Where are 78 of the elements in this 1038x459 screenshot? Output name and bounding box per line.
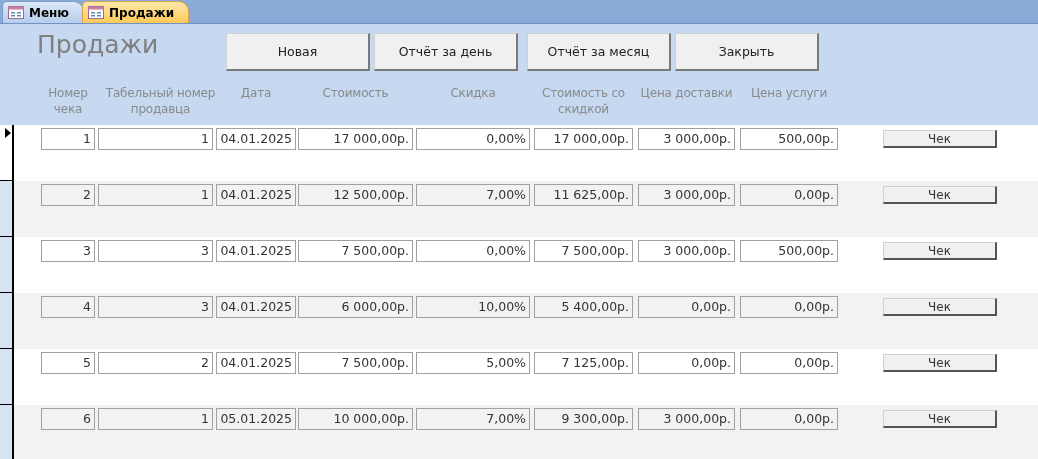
field-value[interactable]: 3 xyxy=(41,240,95,262)
column-header: Цена услуги xyxy=(749,85,829,102)
field-value[interactable]: 1 xyxy=(41,128,95,150)
record-selector[interactable] xyxy=(0,293,14,349)
field-value[interactable]: 500,00р. xyxy=(740,128,838,150)
field-value[interactable]: 7,00% xyxy=(416,184,530,206)
field-value[interactable]: 10 000,00р. xyxy=(298,408,413,430)
field-value[interactable]: 1 xyxy=(98,128,213,150)
field-value[interactable]: 1 xyxy=(98,184,213,206)
column-header: Скидка xyxy=(449,85,497,102)
field-value[interactable]: 05.01.2025 xyxy=(216,408,296,430)
command-button[interactable]: Отчёт за месяц xyxy=(527,33,671,71)
record-selector[interactable] xyxy=(0,237,14,293)
command-button[interactable]: Новая xyxy=(226,33,370,71)
field-value[interactable]: 9 300,00р. xyxy=(534,408,633,430)
field-value[interactable]: 0,00р. xyxy=(740,408,838,430)
column-header: Номер чека xyxy=(47,85,89,117)
receipt-button[interactable]: Чек xyxy=(883,354,997,372)
field-value[interactable]: 6 000,00р. xyxy=(298,296,413,318)
field-value[interactable]: 3 000,00р. xyxy=(638,128,735,150)
receipt-button[interactable]: Чек xyxy=(883,298,997,316)
form-icon xyxy=(88,6,105,19)
record-selector[interactable] xyxy=(0,405,14,459)
field-value[interactable]: 7 500,00р. xyxy=(534,240,633,262)
form-title: Продажи xyxy=(37,33,160,57)
field-value[interactable]: 0,00р. xyxy=(740,352,838,374)
field-value[interactable]: 1 xyxy=(98,408,213,430)
field-value[interactable]: 7 125,00р. xyxy=(534,352,633,374)
field-value[interactable]: 3 000,00р. xyxy=(638,408,735,430)
column-header: Стоимость со скидкой xyxy=(541,85,626,117)
field-value[interactable]: 500,00р. xyxy=(740,240,838,262)
field-value[interactable]: 4 xyxy=(41,296,95,318)
field-value[interactable]: 7,00% xyxy=(416,408,530,430)
field-value[interactable]: 04.01.2025 xyxy=(216,184,296,206)
field-value[interactable]: 0,00р. xyxy=(740,184,838,206)
record-selector[interactable] xyxy=(0,181,14,237)
field-value[interactable]: 11 625,00р. xyxy=(534,184,633,206)
field-value[interactable]: 10,00% xyxy=(416,296,530,318)
field-value[interactable]: 5 400,00р. xyxy=(534,296,633,318)
field-value[interactable]: 0,00р. xyxy=(638,296,735,318)
field-value[interactable]: 0,00% xyxy=(416,240,530,262)
field-value[interactable]: 5,00% xyxy=(416,352,530,374)
field-value[interactable]: 17 000,00р. xyxy=(534,128,633,150)
field-value[interactable]: 12 500,00р. xyxy=(298,184,413,206)
field-value[interactable]: 3 000,00р. xyxy=(638,240,735,262)
field-value[interactable]: 0,00р. xyxy=(638,352,735,374)
receipt-button[interactable]: Чек xyxy=(883,130,997,148)
receipt-button[interactable]: Чек xyxy=(883,242,997,260)
field-value[interactable]: 3 000,00р. xyxy=(638,184,735,206)
form-tab[interactable]: Продажи xyxy=(82,1,190,23)
receipt-button[interactable]: Чек xyxy=(883,410,997,428)
field-value[interactable]: 2 xyxy=(98,352,213,374)
field-value[interactable]: 5 xyxy=(41,352,95,374)
field-value[interactable]: 7 500,00р. xyxy=(298,352,413,374)
form-icon xyxy=(8,6,24,19)
field-value[interactable]: 3 xyxy=(98,240,213,262)
form-tab[interactable]: Меню xyxy=(2,1,85,23)
field-value[interactable]: 04.01.2025 xyxy=(216,128,296,150)
field-value[interactable]: 04.01.2025 xyxy=(216,240,296,262)
current-record-icon xyxy=(5,128,11,138)
record-selector[interactable] xyxy=(0,349,14,405)
field-value[interactable]: 04.01.2025 xyxy=(216,352,296,374)
field-value[interactable]: 7 500,00р. xyxy=(298,240,413,262)
field-value[interactable]: 3 xyxy=(98,296,213,318)
field-value[interactable]: 0,00% xyxy=(416,128,530,150)
field-value[interactable]: 17 000,00р. xyxy=(298,128,413,150)
command-button[interactable]: Закрыть xyxy=(675,33,819,71)
field-value[interactable]: 04.01.2025 xyxy=(216,296,296,318)
field-value[interactable]: 0,00р. xyxy=(740,296,838,318)
column-header: Табельный номер продавца xyxy=(104,85,217,117)
column-header: Стоимость xyxy=(321,85,390,102)
field-value[interactable]: 6 xyxy=(41,408,95,430)
field-value[interactable]: 2 xyxy=(41,184,95,206)
record-selector[interactable] xyxy=(0,125,14,181)
command-button[interactable]: Отчёт за день xyxy=(374,33,518,71)
column-header: Дата xyxy=(239,85,273,102)
column-header: Цена доставки xyxy=(639,85,734,102)
receipt-button[interactable]: Чек xyxy=(883,186,997,204)
